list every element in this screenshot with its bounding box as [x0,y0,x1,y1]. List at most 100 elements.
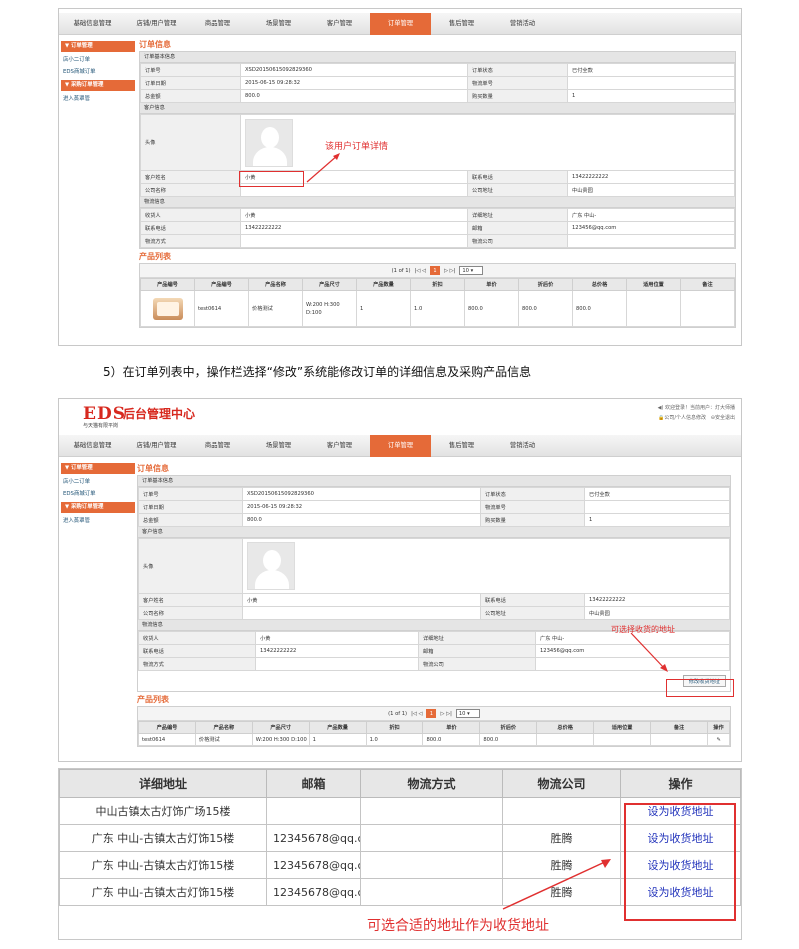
avatar-label: 头像 [138,538,243,594]
nav-marketing[interactable]: 营销活动 [492,13,553,35]
method-cell [360,878,503,906]
cell [536,733,595,746]
receiver-label: 收货人 [140,208,241,222]
page-current-button[interactable]: 1 [426,709,437,718]
page-size-select[interactable]: 10 ▾ [455,709,480,718]
profile-link[interactable]: 🔒公司/个人信息修改 [658,415,706,421]
email-cell [266,797,361,825]
col-header: 折后价 [518,278,573,291]
page-next-button[interactable]: ▷ ▷| [444,268,455,274]
logistics-company-label: 物流公司 [418,657,536,671]
sidebar-item-eds-order[interactable]: EDS商城订单 [59,66,135,78]
sidebar-item-enter[interactable]: 进入蒸罩管 [59,93,135,105]
name-value: 小黄 [242,593,481,607]
screenshot-order-modify: EDS 与天猫有限平岗 后台管理中心 ◀) 欢迎登录！当前用户：灯大师播 🔒公司… [58,398,742,762]
col-header: 备注 [650,721,708,734]
product-table: 产品编号 产品编号 产品名称 产品尺寸 产品数量 折扣 单价 折后价 总价格 适… [140,278,735,327]
logout-link[interactable]: ⊖安全退出 [711,415,735,421]
company-cell [502,797,621,825]
col-header: 折扣 [365,721,424,734]
company-cell: 胜腾 [502,824,621,852]
name-label: 客户姓名 [138,593,243,607]
order-no-value: XSD20150615092829360 [242,487,481,501]
nav-after-sale[interactable]: 售后管理 [431,435,492,457]
total-value: 800.0 [240,89,468,103]
cell: W:200 H:300 D:100 [302,290,357,327]
nav-customer[interactable]: 客户管理 [309,13,370,35]
product-table: 产品编号 产品名称 产品尺寸 产品数量 折扣 单价 折后价 总价格 适用位置 备… [138,721,730,746]
nav-scene[interactable]: 场景管理 [248,435,309,457]
col-header: 单价 [464,278,519,291]
product-thumbnail [152,297,183,320]
col-header: 产品尺寸 [302,278,357,291]
nav-order[interactable]: 订单管理 [370,435,431,457]
nav-basic-info[interactable]: 基础信息管理 [59,435,126,457]
col-header-email: 邮箱 [266,769,361,798]
method-label: 物流方式 [138,657,256,671]
name-label: 客户姓名 [140,170,241,184]
top-nav: 基础信息管理 店铺/用户管理 商品管理 场景管理 客户管理 订单管理 售后管理 … [59,435,741,457]
sidebar-item-eds-order[interactable]: EDS商城订单 [59,488,135,500]
sidebar-head-order[interactable]: ▼ 订单管理 [61,463,135,474]
sidebar-item-enter[interactable]: 进入蒸罩管 [59,515,135,527]
product-panel: (1 of 1) |◁ ◁ 1 ▷ ▷| 10 ▾ 产品编号 产品编号 产品名称… [139,263,736,328]
customer-info-bar: 客户信息 [140,103,735,114]
col-header: 折扣 [410,278,465,291]
col-header-company: 物流公司 [502,769,621,798]
page-prev-button[interactable]: |◁ ◁ [415,268,426,274]
col-header: 适用位置 [593,721,652,734]
arrow-annotation [306,153,340,183]
nav-basic-info[interactable]: 基础信息管理 [59,13,126,35]
sidebar-head-purchase[interactable]: ▼ 采购订单管理 [61,502,135,513]
annotation-user-detail: 该用户订单详情 [325,142,389,152]
qty-label: 购买数量 [467,89,568,103]
cell [626,290,681,327]
logistics-no-label: 物流单号 [480,500,585,514]
order-info-title: 订单信息 [137,464,169,473]
nav-after-sale[interactable]: 售后管理 [431,13,492,35]
nav-store-user[interactable]: 店铺/用户管理 [126,435,187,457]
col-header: 产品数量 [356,278,411,291]
email-cell: 12345678@qq.c [266,824,361,852]
pager: (1 of 1) |◁ ◁ 1 ▷ ▷| 10 ▾ [140,264,735,278]
date-value: 2015-06-15 09:28:32 [240,76,468,90]
page-size-select[interactable]: 10 ▾ [459,266,484,275]
page-current-button[interactable]: 1 [429,266,440,275]
cell: 价格测试 [248,290,303,327]
address-cell: 广东 中山-古镇太古灯饰15楼 [59,878,267,906]
total-value: 800.0 [242,513,481,527]
order-no-label: 订单号 [138,487,243,501]
email-label: 邮箱 [418,644,536,658]
method-cell [360,851,503,879]
page-prev-button[interactable]: |◁ ◁ [411,711,422,717]
method-label: 物流方式 [140,234,241,248]
sidebar-item-xiaoer-order[interactable]: 店小二订单 [59,54,135,66]
nav-product[interactable]: 商品管理 [187,13,248,35]
nav-marketing[interactable]: 营销活动 [492,435,553,457]
highlight-action-column [624,803,736,921]
basic-info-table: 订单号 XSD20150615092829360 订单状态 已付全款 订单日期 2015… [138,487,730,527]
order-no-label: 订单号 [140,63,241,77]
col-header: 总价格 [572,278,627,291]
nav-product[interactable]: 商品管理 [187,435,248,457]
sidebar-head-purchase[interactable]: ▼ 采购订单管理 [61,80,135,91]
contact-label: 联系电话 [140,221,241,235]
nav-store-user[interactable]: 店铺/用户管理 [126,13,187,35]
receiver-value: 小黄 [255,631,419,645]
total-label: 总金额 [140,89,241,103]
customer-info-bar: 客户信息 [138,527,730,538]
page-next-button[interactable]: ▷ ▷| [440,711,451,717]
sidebar-item-xiaoer-order[interactable]: 店小二订单 [59,476,135,488]
col-header: 产品名称 [248,278,303,291]
nav-order[interactable]: 订单管理 [370,13,431,35]
sidebar-head-order[interactable]: ▼ 订单管理 [61,41,135,52]
edit-icon[interactable]: ✎ [707,733,730,746]
col-header-address: 详细地址 [59,769,267,798]
cell: 1 [356,290,411,327]
nav-customer[interactable]: 客户管理 [309,435,370,457]
nav-scene[interactable]: 场景管理 [248,13,309,35]
cell: 价格测试 [194,733,253,746]
company-addr-value: 中山贵园 [567,183,735,197]
sidebar: ▼ 订单管理 店小二订单 EDS商城订单 ▼ 采购订单管理 进入蒸罩管 [59,461,135,527]
company-label: 公司名称 [140,183,241,197]
